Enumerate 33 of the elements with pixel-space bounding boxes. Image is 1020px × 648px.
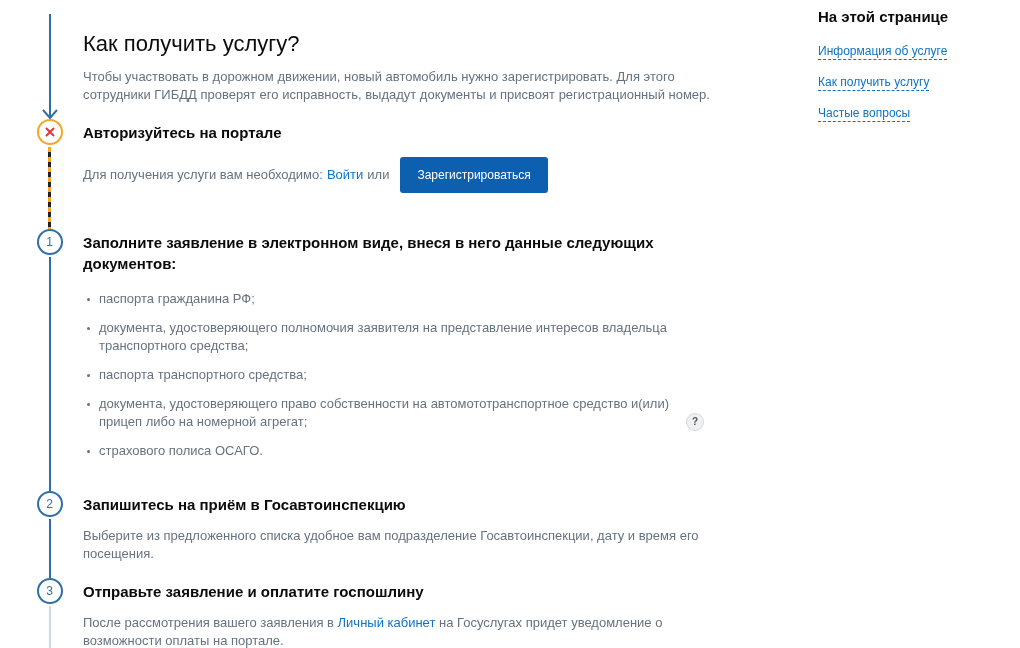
step-number: 1 [36,229,63,255]
list-item-text: документа, удостоверяющего полномочия заявителя на представление интересов владельца транспортного средства; [99,319,668,355]
bullet-icon [87,450,90,453]
step-title: Запишитесь на приём в Госавтоинспекцию [83,495,407,515]
bullet-icon [87,298,90,301]
close-icon [44,127,55,137]
step-title: Заполните заявление в электронном виде, внеся в него данные следующих документов: [83,233,655,274]
list-item-text: паспорта гражданина РФ; [99,290,255,308]
list-item-text: страхового полиса ОСАГО. [99,442,263,460]
sidebar-link[interactable]: Как получить услугу [818,74,930,91]
list-item-text: паспорта транспортного средства; [99,366,307,384]
bullet-icon [87,374,90,377]
step-description: Выберите из предложенного списка удобное вам подразделение Госавтоинспекции, дату и время его посещения. [83,527,700,563]
or-text: или [367,166,390,185]
help-button[interactable]: ? [686,413,704,431]
bullet-icon [87,327,90,330]
step-title: Отправьте заявление и оплатите госпошлину [83,582,425,602]
step-title: Авторизуйтесь на портале [83,123,283,143]
sidebar-link[interactable]: Информация об услуге [818,43,948,60]
step-number: 3 [36,578,63,604]
step-number: 2 [36,491,63,517]
intro-text: Чтобы участвовать в дорожном движении, новый автомобиль нужно зарегистрировать. Для этого сотрудники ГИБДД проверят его исправность, выдадут документы и присвоят регистрационный номер. [83,68,711,104]
list-item-text: документа, удостоверяющего право собственности на автомототранспортное средство и(или) прицеп либо на номерной агрегат; [99,395,670,431]
page-title: Как получить услугу? [83,30,301,58]
bullet-icon [87,403,90,406]
login-link[interactable]: Войти [326,165,364,185]
sidebar-heading: На этой странице [818,7,949,27]
auth-text: Для получения услуги вам необходимо: [83,166,323,185]
down-arrow-icon [40,14,59,120]
cabinet-link[interactable]: Личный кабинет [337,615,436,630]
step-description: После рассмотрения вашего заявления в Личный кабинет на Госуслугах придет уведомление о возможности оплаты на портале. [83,614,664,648]
register-button[interactable]: Зарегистрироваться [400,157,548,193]
sidebar-link[interactable]: Частые вопросы [818,105,911,122]
